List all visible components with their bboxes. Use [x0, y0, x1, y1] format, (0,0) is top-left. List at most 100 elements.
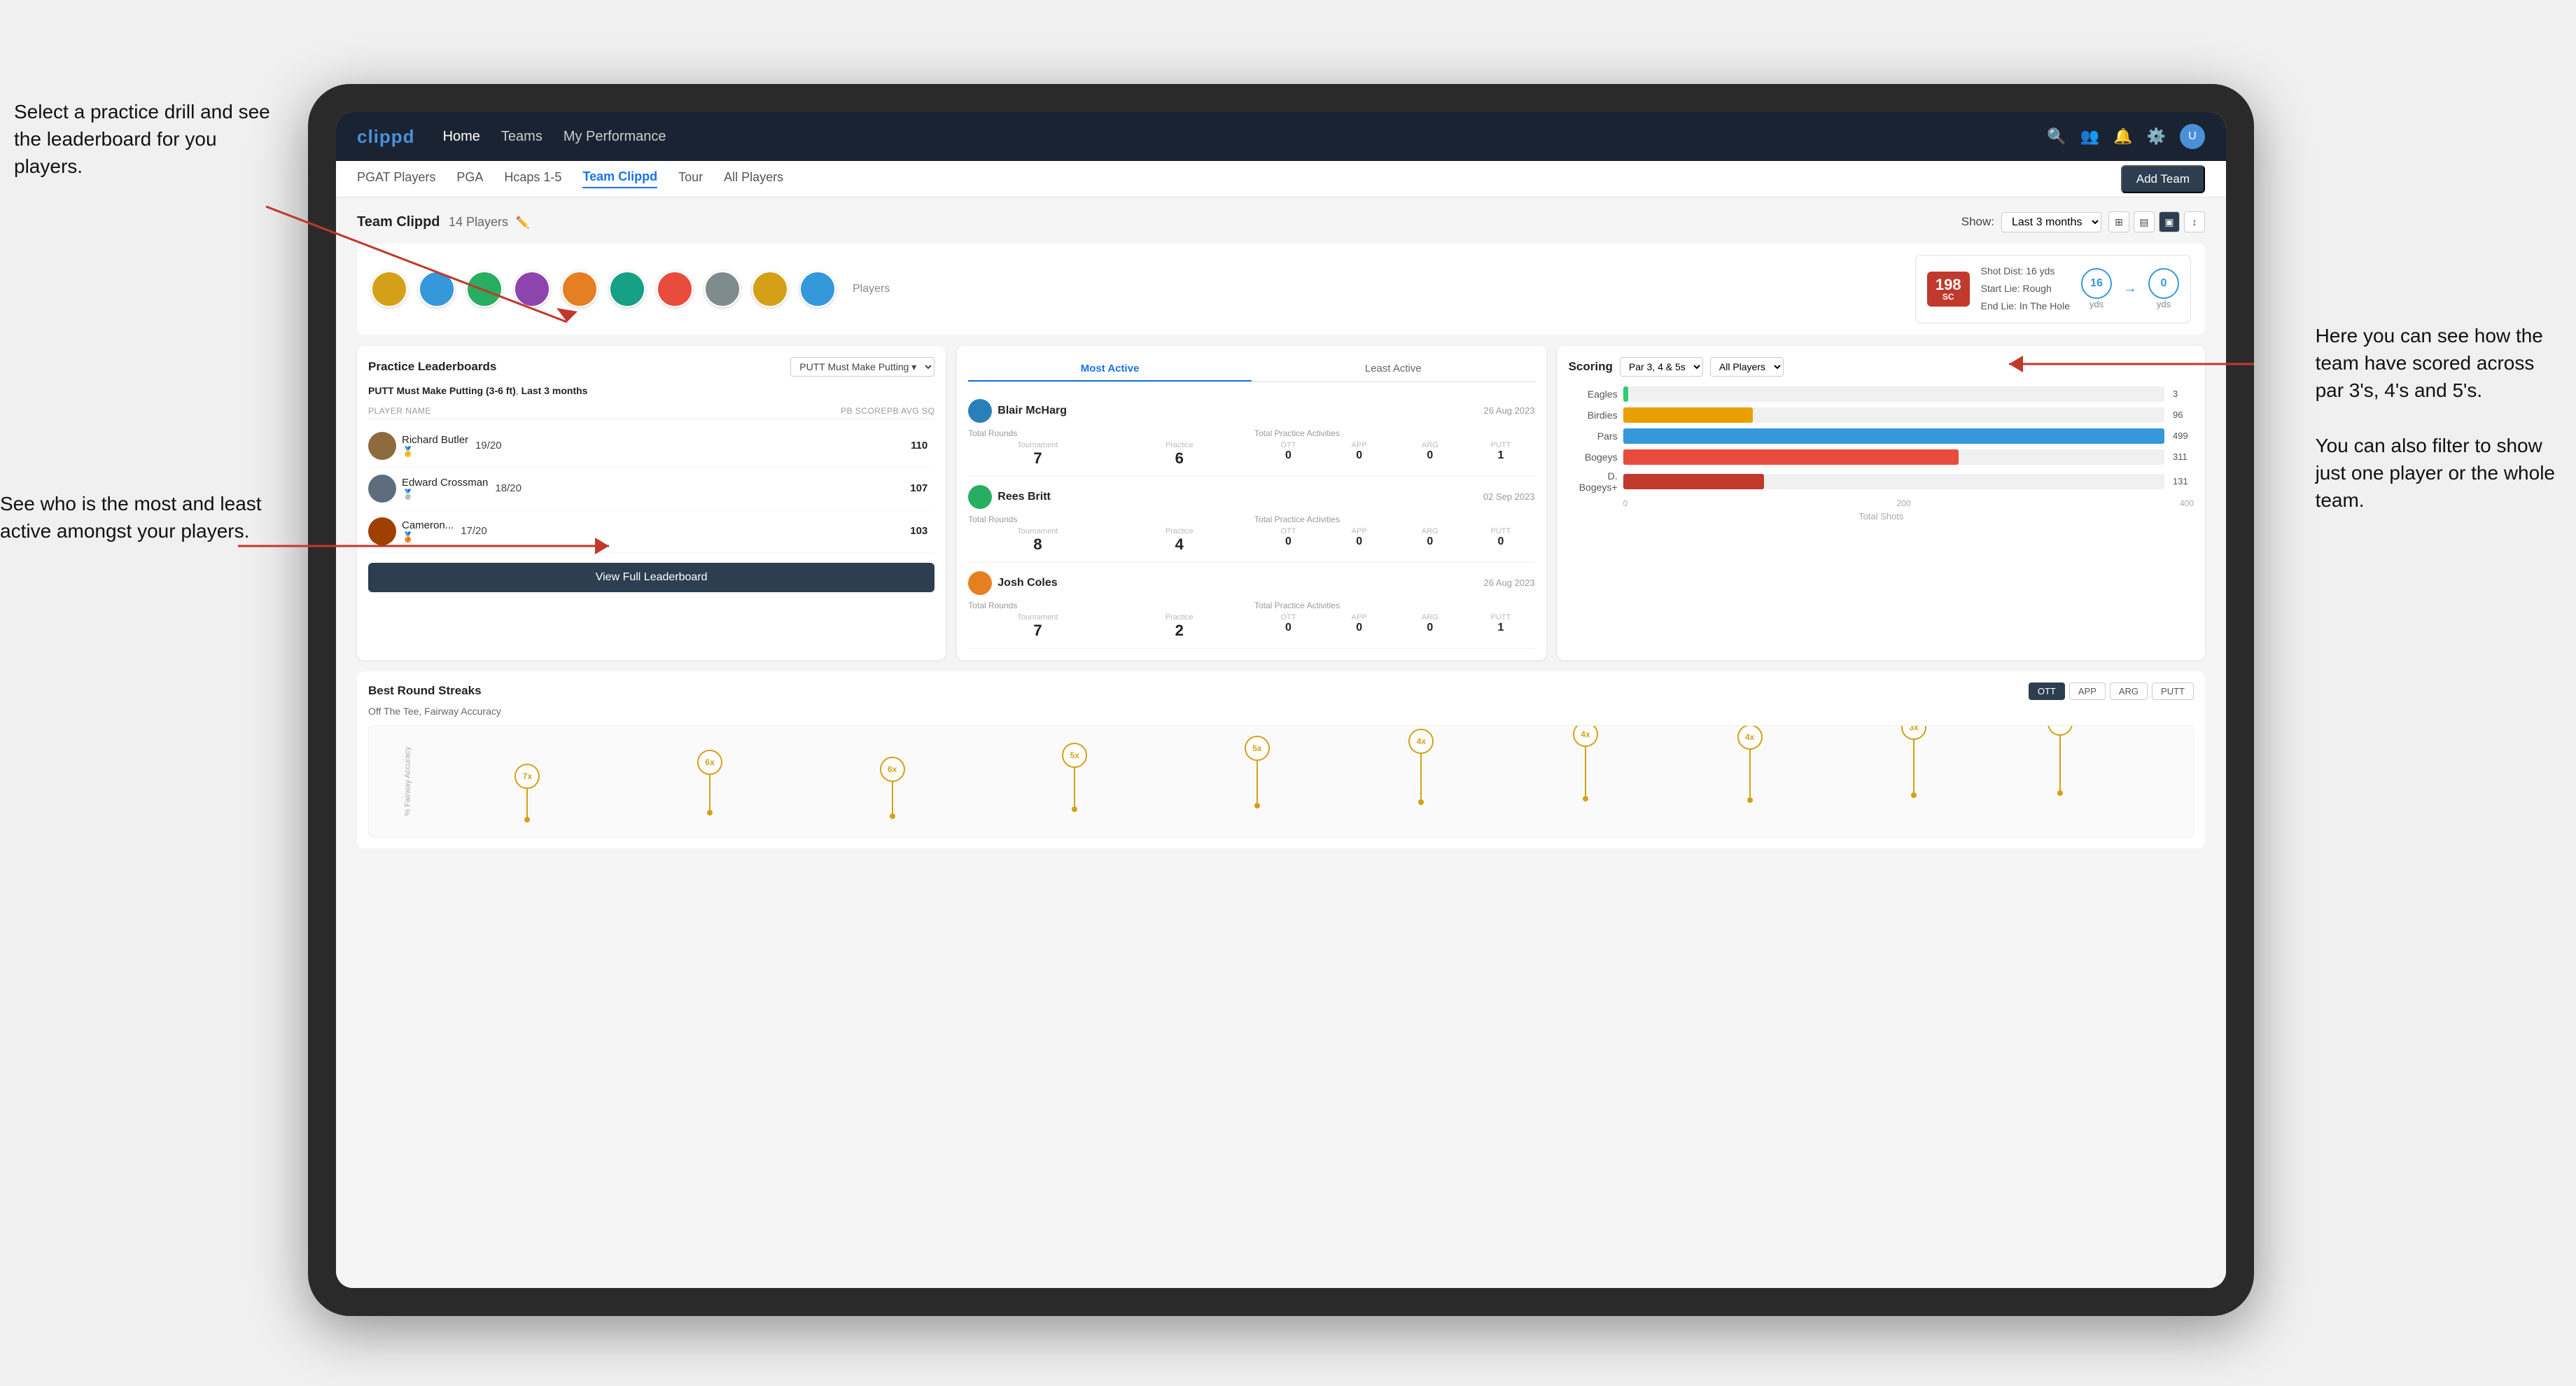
player-avatar-1[interactable] — [371, 271, 407, 307]
nav-links: Home Teams My Performance — [443, 129, 666, 145]
subnav-pga[interactable]: PGA — [456, 170, 483, 188]
putt-stat-1: PUTT 1 — [1466, 441, 1534, 462]
team-title-row: Team Clippd 14 Players ✏️ — [357, 214, 529, 230]
drill-select[interactable]: PUTT Must Make Putting ▾ — [790, 357, 934, 377]
player-avatar-5[interactable] — [561, 271, 598, 307]
lb-avatar-2 — [368, 475, 396, 503]
people-icon[interactable]: 👥 — [2080, 127, 2099, 146]
lb-avatar-1 — [368, 432, 396, 460]
user-avatar[interactable]: U — [2180, 124, 2205, 149]
list-view-icon[interactable]: ▤ — [2134, 211, 2155, 232]
filter-putt[interactable]: PUTT — [2152, 682, 2194, 700]
nav-home[interactable]: Home — [443, 129, 480, 145]
subnav-tour[interactable]: Tour — [678, 170, 703, 188]
leaderboard-header: Practice Leaderboards PUTT Must Make Put… — [368, 357, 934, 377]
player-avatar-3[interactable] — [466, 271, 503, 307]
card-view-icon[interactable]: ▣ — [2159, 211, 2180, 232]
tab-most-active[interactable]: Most Active — [968, 357, 1252, 382]
activity-stats-2: Total Rounds Tournament 8 Practice 4 — [968, 514, 1534, 554]
filter-app[interactable]: APP — [2069, 682, 2106, 700]
filter-ott[interactable]: OTT — [2029, 682, 2065, 700]
streak-point-10: 3x — [2047, 725, 2073, 796]
tournament-stat-3: Tournament 7 — [968, 613, 1107, 640]
subnav-team[interactable]: Team Clippd — [582, 169, 657, 188]
subnav-hcaps[interactable]: Hcaps 1-5 — [504, 170, 561, 188]
view-full-button[interactable]: View Full Leaderboard — [368, 563, 934, 592]
streak-point-1: 7x — [514, 764, 540, 822]
activity-row-3: Josh Coles 26 Aug 2023 Total Rounds Tour… — [968, 563, 1534, 649]
rounds-sub-2: Tournament 8 Practice 4 — [968, 527, 1249, 554]
sort-icon[interactable]: ↕ — [2184, 211, 2205, 232]
shot-card: 198 SC Shot Dist: 16 yds Start Lie: Roug… — [1915, 255, 2191, 323]
streak-point-8: 4x — [1737, 725, 1763, 803]
team-name: Team Clippd — [357, 214, 440, 230]
y-axis-label: % Fairway Accuracy — [404, 746, 412, 816]
streak-point-6: 4x — [1408, 729, 1434, 805]
bar-track-bogeys — [1623, 449, 2164, 465]
rounds-col-2: Total Rounds Tournament 8 Practice 4 — [968, 514, 1249, 554]
par-filter[interactable]: Par 3, 4 & 5s — [1620, 357, 1703, 377]
three-columns: Practice Leaderboards PUTT Must Make Put… — [357, 346, 2205, 660]
activity-header-2: Rees Britt 02 Sep 2023 — [968, 485, 1534, 509]
activities-sub-1: OTT 0 APP 0 ARG 0 — [1254, 441, 1535, 462]
tournament-stat-1: Tournament 7 — [968, 441, 1107, 468]
scoring-title: Scoring — [1569, 360, 1613, 374]
activity-player-3: Josh Coles — [968, 571, 1057, 595]
activity-avatar-3 — [968, 571, 992, 595]
bar-track-eagles — [1623, 386, 2164, 402]
tab-bar: Most Active Least Active — [968, 357, 1534, 382]
lb-player-1: Richard Butler 🥇 — [368, 432, 468, 460]
player-avatar-6[interactable] — [609, 271, 645, 307]
subnav: PGAT Players PGA Hcaps 1-5 Team Clippd T… — [336, 161, 2226, 197]
annotation-right: Here you can see how theteam have scored… — [2316, 322, 2555, 514]
settings-icon[interactable]: ⚙️ — [2147, 127, 2166, 146]
player-avatar-8[interactable] — [704, 271, 741, 307]
tablet-screen: clippd Home Teams My Performance 🔍 👥 🔔 ⚙… — [336, 112, 2226, 1288]
bell-icon[interactable]: 🔔 — [2113, 127, 2132, 146]
activity-stats-3: Total Rounds Tournament 7 Practice 2 — [968, 601, 1534, 640]
player-avatar-7[interactable] — [657, 271, 693, 307]
lb-row-3: Cameron... 🥉 17/20 103 — [368, 510, 934, 553]
ott-stat-1: OTT 0 — [1254, 441, 1322, 462]
streak-point-7: 4x — [1573, 725, 1598, 802]
activities-col-2: Total Practice Activities OTT 0 APP 0 — [1254, 514, 1535, 554]
streak-point-2: 6x — [697, 750, 722, 816]
edit-icon[interactable]: ✏️ — [515, 217, 529, 229]
shot-badge: 198 SC — [1927, 272, 1970, 307]
subnav-all[interactable]: All Players — [724, 170, 783, 188]
rounds-sub-3: Tournament 7 Practice 2 — [968, 613, 1249, 640]
activities-sub-2: OTT 0 APP 0 ARG 0 — [1254, 527, 1535, 548]
tablet-frame: clippd Home Teams My Performance 🔍 👥 🔔 ⚙… — [308, 84, 2254, 1316]
bar-track-birdies — [1623, 407, 2164, 423]
subnav-pgat[interactable]: PGAT Players — [357, 170, 435, 188]
shot-yards: 16 yds → 0 yds — [2081, 268, 2179, 309]
activity-stats-1: Total Rounds Tournament 7 Practice 6 — [968, 428, 1534, 468]
player-avatar-9[interactable] — [752, 271, 788, 307]
bar-fill-dbogeys — [1623, 474, 1764, 489]
player-filter[interactable]: All Players — [1710, 357, 1784, 377]
show-label: Show: — [1961, 215, 1994, 229]
chart-axis: 0 200 400 — [1569, 498, 2194, 508]
filter-arg[interactable]: ARG — [2110, 682, 2148, 700]
view-icons: ⊞ ▤ ▣ ↕ — [2108, 211, 2205, 232]
player-avatar-10[interactable] — [799, 271, 836, 307]
nav-teams[interactable]: Teams — [501, 129, 542, 145]
search-icon[interactable]: 🔍 — [2047, 127, 2066, 146]
players-label: Players — [853, 283, 890, 295]
main-content: Team Clippd 14 Players ✏️ Show: Last 3 m… — [336, 197, 2226, 1288]
streak-point-3: 6x — [880, 757, 905, 819]
ott-stat-3: OTT 0 — [1254, 613, 1322, 634]
drill-subtitle: PUTT Must Make Putting (3-6 ft), Last 3 … — [368, 385, 934, 396]
tab-least-active[interactable]: Least Active — [1252, 357, 1535, 382]
grid-view-icon[interactable]: ⊞ — [2108, 211, 2129, 232]
rounds-sub-1: Tournament 7 Practice 6 — [968, 441, 1249, 468]
show-select[interactable]: Last 3 months Last month Last 6 months L… — [2001, 212, 2101, 232]
player-avatar-4[interactable] — [514, 271, 550, 307]
bar-bogeys: Bogeys 311 — [1569, 449, 2194, 465]
rounds-col-3: Total Rounds Tournament 7 Practice 2 — [968, 601, 1249, 640]
player-avatar-2[interactable] — [419, 271, 455, 307]
bar-chart: Eagles 3 Birdies 96 — [1569, 386, 2194, 493]
active-players-card: Most Active Least Active Blair McHarg 26… — [957, 346, 1546, 660]
add-team-button[interactable]: Add Team — [2121, 165, 2205, 193]
nav-performance[interactable]: My Performance — [564, 129, 666, 145]
